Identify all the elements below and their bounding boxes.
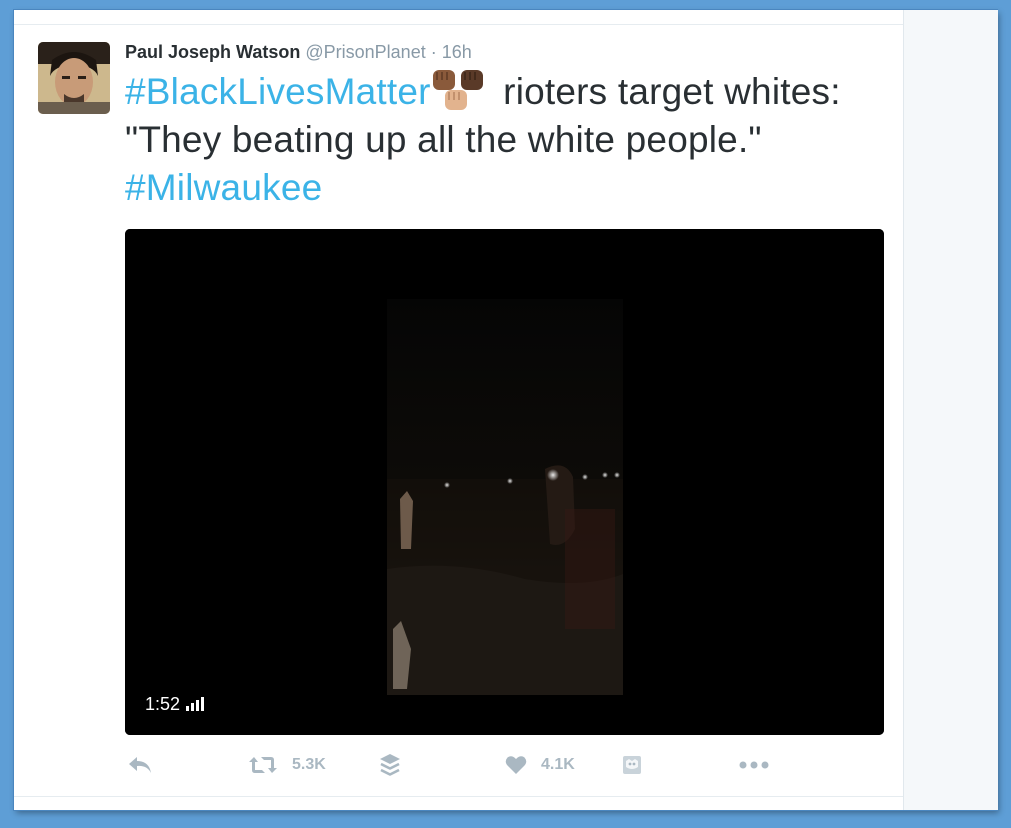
heart-icon: [505, 756, 527, 774]
media-button[interactable]: [622, 750, 642, 780]
retweet-count: 5.3K: [292, 756, 326, 773]
author-name[interactable]: Paul Joseph Watson: [125, 42, 300, 62]
tweet-text-line2: "They beating up all the white people.": [125, 119, 762, 160]
timestamp[interactable]: 16h: [442, 42, 472, 62]
more-icon: [739, 761, 769, 769]
reply-icon: [129, 757, 151, 773]
divider-top: [14, 24, 903, 25]
more-button[interactable]: [739, 750, 769, 780]
raised-fist-dark-icon: [460, 70, 483, 90]
gif-media-icon: [623, 756, 641, 774]
tweet-actions: 5.3K 4.1K: [125, 750, 885, 780]
video-frame: [125, 229, 884, 735]
tweet-header: Paul Joseph Watson @PrisonPlanet · 16h: [125, 40, 472, 64]
stack-icon: [380, 754, 400, 776]
signal-bars-icon: [186, 697, 205, 711]
video-duration: 1:52: [145, 691, 206, 717]
save-to-moment-button[interactable]: [379, 750, 401, 780]
avatar[interactable]: [38, 42, 110, 114]
right-pane: [903, 10, 998, 810]
retweet-button[interactable]: 5.3K: [248, 750, 326, 780]
duration-label: 1:52: [145, 694, 181, 714]
raised-fists-emoji-icon: [432, 70, 483, 110]
tweet-text: #BlackLivesMatter rioters target whites:…: [125, 68, 895, 212]
raised-fist-medium-light-icon: [444, 90, 467, 110]
hashtag-blacklivesmatter[interactable]: #BlackLivesMatter: [125, 71, 431, 112]
like-count: 4.1K: [541, 756, 575, 773]
raised-fist-medium-dark-icon: [432, 70, 455, 90]
avatar-image: [38, 42, 110, 114]
video-player[interactable]: 1:52: [125, 229, 884, 735]
author-handle[interactable]: @PrisonPlanet: [305, 42, 425, 62]
separator: ·: [430, 42, 437, 62]
app-window: Paul Joseph Watson @PrisonPlanet · 16h #…: [14, 10, 998, 810]
retweet-icon: [249, 757, 277, 773]
tweet-text-line1: rioters target whites:: [492, 71, 841, 112]
hashtag-milwaukee[interactable]: #Milwaukee: [125, 167, 322, 208]
divider-bottom: [14, 796, 903, 797]
reply-button[interactable]: [127, 750, 153, 780]
like-button[interactable]: 4.1K: [505, 750, 575, 780]
